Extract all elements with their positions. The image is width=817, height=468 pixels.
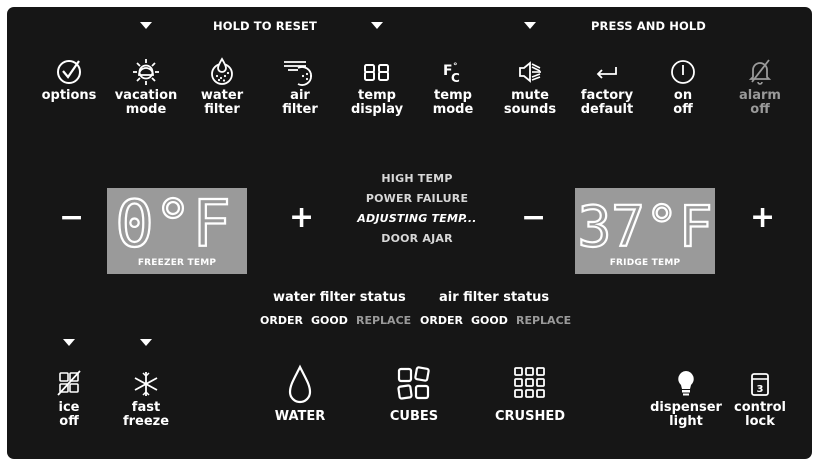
fridge-minus-button[interactable]: − bbox=[521, 203, 546, 233]
crushed-dispense-button[interactable]: CRUSHED bbox=[490, 363, 570, 424]
bell-off-icon bbox=[748, 59, 772, 85]
water-label: WATER bbox=[274, 409, 326, 424]
crushed-ice-icon bbox=[514, 367, 545, 398]
mute-sounds-label: mute sounds bbox=[503, 88, 557, 117]
ice-off-button[interactable]: ice off bbox=[32, 367, 106, 429]
factory-default-label: factory default bbox=[580, 88, 634, 117]
water-filter-replace: REPLACE bbox=[356, 314, 412, 327]
air-filter-status-title: air filter status bbox=[439, 290, 550, 305]
sun-icon bbox=[133, 59, 159, 85]
air-filter-order: ORDER bbox=[420, 314, 463, 327]
alert-list: HIGH TEMP POWER FAILURE ADJUSTING TEMP..… bbox=[337, 7, 497, 267]
alarm-off-label: alarm off bbox=[739, 88, 781, 117]
freezer-temp-display: 0°F FREEZER TEMP bbox=[107, 188, 247, 274]
air-filter-label: air filter bbox=[282, 88, 318, 117]
cubes-dispense-button[interactable]: CUBES bbox=[374, 363, 454, 424]
fridge-temp-caption: FRIDGE TEMP bbox=[609, 258, 681, 268]
vacation-mode-label: vacation mode bbox=[114, 88, 178, 117]
water-filter-good: GOOD bbox=[311, 314, 348, 327]
ice-off-icon bbox=[57, 370, 81, 396]
return-arrow-icon bbox=[596, 67, 617, 79]
fast-freeze-button[interactable]: fast freeze bbox=[109, 367, 183, 429]
freezer-temp-value: 0°F bbox=[115, 188, 231, 262]
dispenser-light-button[interactable]: dispenser light bbox=[647, 367, 725, 429]
air-filter-replace: REPLACE bbox=[516, 314, 572, 327]
water-filter-button[interactable]: water filter bbox=[185, 55, 259, 117]
water-drop-icon bbox=[288, 364, 312, 404]
water-dispense-button[interactable]: WATER bbox=[260, 363, 340, 424]
water-filter-status-title: water filter status bbox=[273, 290, 406, 305]
control-lock-button[interactable]: 3 control lock bbox=[723, 367, 797, 429]
crushed-label: CRUSHED bbox=[494, 409, 566, 424]
water-filter-icon bbox=[211, 57, 233, 85]
svg-text:3: 3 bbox=[757, 384, 764, 395]
factory-default-button[interactable]: factory default bbox=[570, 55, 644, 117]
high-temp-alert: HIGH TEMP bbox=[381, 172, 453, 185]
hold-indicator-arrow bbox=[524, 22, 536, 29]
air-filter-button[interactable]: air filter bbox=[263, 55, 337, 117]
cubes-label: CUBES bbox=[389, 409, 439, 424]
fridge-plus-button[interactable]: + bbox=[750, 203, 775, 233]
fast-freeze-label: fast freeze bbox=[122, 400, 170, 429]
water-filter-label: water filter bbox=[200, 88, 244, 117]
power-icon bbox=[671, 60, 695, 84]
options-label: options bbox=[41, 88, 97, 103]
control-panel: HOLD TO RESET PRESS AND HOLD options vac… bbox=[7, 7, 812, 459]
fridge-temp-value: 37°F bbox=[578, 195, 713, 260]
mute-speaker-icon bbox=[519, 61, 541, 83]
hold-to-reset-header: HOLD TO RESET bbox=[213, 19, 317, 33]
on-off-button[interactable]: on off bbox=[646, 55, 720, 117]
ice-off-indicator-arrow bbox=[63, 339, 75, 346]
checkmark-circle-icon bbox=[57, 60, 81, 84]
on-off-label: on off bbox=[673, 88, 693, 117]
light-bulb-icon bbox=[678, 371, 694, 396]
freezer-minus-button[interactable]: − bbox=[59, 203, 84, 233]
vacation-mode-button[interactable]: vacation mode bbox=[109, 55, 183, 117]
door-ajar-alert: DOOR AJAR bbox=[381, 232, 453, 245]
hold-indicator-arrow bbox=[140, 22, 152, 29]
freezer-temp-caption: FREEZER TEMP bbox=[137, 258, 217, 268]
air-filter-icon bbox=[284, 61, 313, 86]
control-lock-label: control lock bbox=[734, 400, 786, 429]
alarm-off-button[interactable]: alarm off bbox=[723, 55, 797, 117]
dispenser-light-label: dispenser light bbox=[650, 400, 722, 429]
press-and-hold-header: PRESS AND HOLD bbox=[591, 19, 706, 33]
power-failure-alert: POWER FAILURE bbox=[365, 192, 469, 205]
fridge-temp-display: 37°F FRIDGE TEMP bbox=[575, 188, 715, 274]
water-filter-order: ORDER bbox=[260, 314, 303, 327]
adjusting-temp-alert: ADJUSTING TEMP... bbox=[357, 212, 477, 225]
air-filter-good: GOOD bbox=[471, 314, 508, 327]
mute-sounds-button[interactable]: mute sounds bbox=[493, 55, 567, 117]
lock-3-icon: 3 bbox=[751, 373, 769, 396]
ice-off-label: ice off bbox=[58, 400, 80, 429]
options-button[interactable]: options bbox=[32, 55, 106, 103]
freezer-plus-button[interactable]: + bbox=[289, 203, 314, 233]
ice-cubes-icon bbox=[397, 366, 430, 400]
fast-freeze-indicator-arrow bbox=[140, 339, 152, 346]
snowflake-icon bbox=[134, 372, 158, 396]
